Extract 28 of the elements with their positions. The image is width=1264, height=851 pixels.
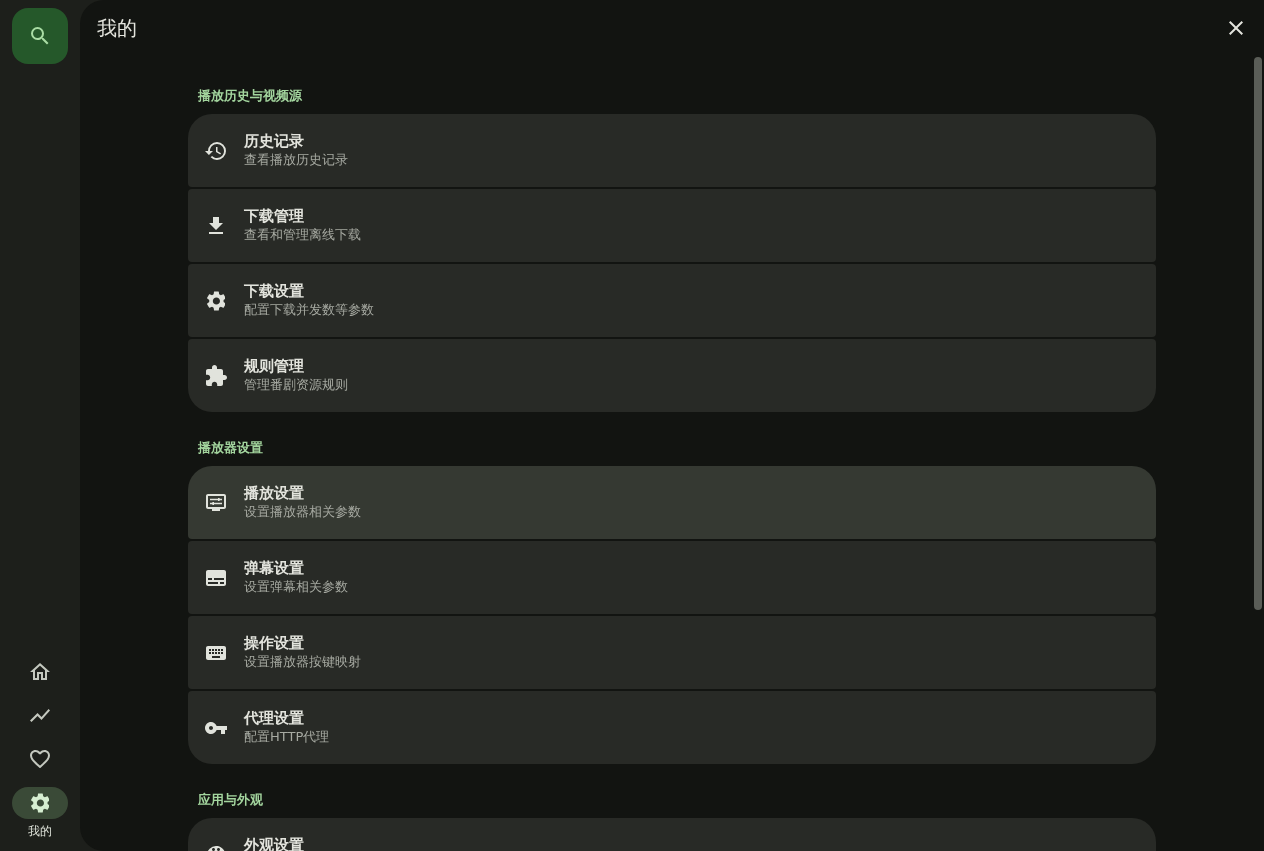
- gear-icon: [206, 290, 226, 311]
- puzzle-icon: [205, 365, 227, 386]
- line-chart-icon: [30, 708, 50, 722]
- settings-item[interactable]: 操作设置 设置播放器按键映射: [188, 616, 1156, 689]
- scrollbar-thumb[interactable]: [1254, 57, 1262, 610]
- keyboard-icon: [206, 645, 226, 660]
- download-icon: [209, 217, 223, 234]
- section-title: 应用与外观: [198, 792, 263, 807]
- history-icon: [205, 141, 227, 160]
- settings-item[interactable]: 下载设置 配置下载并发数等参数: [188, 264, 1156, 337]
- heart-icon: [30, 749, 50, 769]
- page-title: 我的: [97, 15, 137, 42]
- settings-item[interactable]: 播放设置 设置播放器相关参数: [188, 466, 1156, 539]
- settings-item[interactable]: 历史记录 查看播放历史记录: [188, 114, 1156, 187]
- search-button[interactable]: [12, 8, 68, 64]
- subtitles-icon: [206, 569, 226, 586]
- settings-item[interactable]: 规则管理 管理番剧资源规则: [188, 339, 1156, 412]
- section-title: 播放历史与视频源: [198, 88, 302, 103]
- gear-icon: [30, 793, 50, 813]
- section-title: 播放器设置: [198, 440, 263, 455]
- close-icon: [1229, 21, 1243, 35]
- settings-item[interactable]: 代理设置 配置HTTP代理: [188, 691, 1156, 764]
- home-icon: [30, 662, 50, 680]
- search-icon: [31, 27, 49, 45]
- monitor-icon: [206, 494, 226, 511]
- settings-item[interactable]: 下载管理 查看和管理离线下载: [188, 189, 1156, 262]
- key-icon: [205, 721, 227, 734]
- settings-item[interactable]: 弹幕设置 设置弹幕相关参数: [188, 541, 1156, 614]
